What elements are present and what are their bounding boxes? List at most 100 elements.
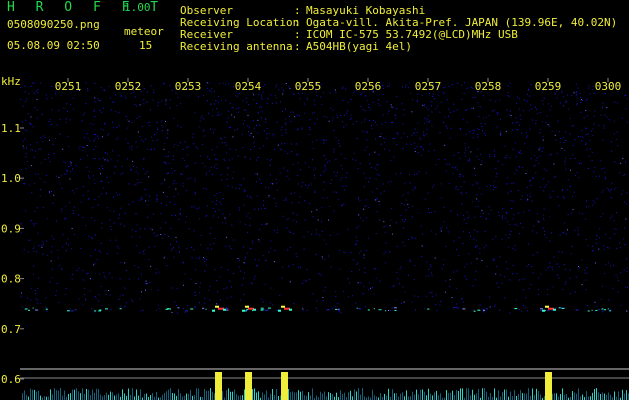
noise-dot xyxy=(496,266,498,268)
noise-dot xyxy=(329,92,331,94)
noise-dot xyxy=(316,95,318,97)
noise-dot xyxy=(100,128,102,130)
level-bar xyxy=(308,392,309,400)
noise-dot xyxy=(498,286,500,288)
echo-dot xyxy=(326,309,330,311)
noise-dot xyxy=(93,264,95,266)
noise-dot xyxy=(425,275,427,277)
noise-dot xyxy=(378,99,380,101)
noise-dot xyxy=(227,167,228,169)
noise-dot xyxy=(468,215,470,217)
noise-dot xyxy=(365,131,367,133)
noise-dot xyxy=(472,184,474,186)
noise-dot xyxy=(266,128,268,130)
noise-dot xyxy=(502,164,503,166)
noise-dot xyxy=(423,135,425,137)
level-bar xyxy=(196,388,197,400)
noise-dot xyxy=(78,148,80,150)
noise-dot xyxy=(542,121,544,123)
noise-dot xyxy=(180,103,181,104)
noise-dot xyxy=(277,229,279,231)
echo-dot xyxy=(105,308,108,310)
noise-dot xyxy=(50,251,52,253)
noise-dot xyxy=(31,149,33,151)
noise-dot xyxy=(311,183,313,185)
noise-dot xyxy=(199,155,201,157)
noise-dot xyxy=(563,197,565,199)
noise-dot xyxy=(412,189,414,191)
noise-dot xyxy=(267,196,269,198)
noise-dot xyxy=(536,232,538,234)
noise-dot xyxy=(331,307,333,309)
noise-dot xyxy=(94,82,96,84)
noise-dot xyxy=(124,95,126,97)
noise-dot xyxy=(148,246,150,248)
level-bar xyxy=(62,395,63,400)
noise-dot xyxy=(591,160,593,162)
noise-dot xyxy=(324,286,326,288)
noise-dot xyxy=(522,305,524,306)
level-bar xyxy=(174,393,175,400)
noise-dot xyxy=(165,99,167,101)
noise-dot xyxy=(480,216,482,218)
noise-dot xyxy=(87,88,89,90)
noise-dot xyxy=(432,93,434,95)
level-bar xyxy=(310,395,311,400)
noise-dot xyxy=(554,93,556,95)
noise-dot xyxy=(203,129,205,131)
noise-dot xyxy=(419,137,421,139)
noise-dot xyxy=(600,298,602,300)
noise-dot xyxy=(529,95,531,97)
noise-dot xyxy=(459,175,461,177)
noise-dot xyxy=(98,250,100,252)
noise-dot xyxy=(326,197,328,199)
noise-dot xyxy=(316,229,317,231)
noise-dot xyxy=(533,225,535,227)
noise-dot xyxy=(217,101,219,103)
noise-dot xyxy=(381,123,383,125)
noise-dot xyxy=(542,147,544,149)
noise-dot xyxy=(445,280,446,282)
noise-dot xyxy=(242,277,244,279)
noise-dot xyxy=(119,214,120,216)
noise-dot xyxy=(249,134,251,136)
noise-dot xyxy=(423,103,425,105)
noise-dot xyxy=(248,127,250,129)
noise-dot xyxy=(226,178,228,180)
noise-dot xyxy=(235,149,237,151)
echo-dot xyxy=(167,308,170,310)
noise-dot xyxy=(571,125,573,127)
noise-dot xyxy=(522,167,524,168)
noise-dot xyxy=(20,292,22,294)
noise-dot xyxy=(430,230,432,232)
level-bar xyxy=(606,394,607,400)
noise-dot xyxy=(34,224,36,226)
noise-dot xyxy=(443,206,445,208)
noise-dot xyxy=(141,198,143,200)
noise-dot xyxy=(463,215,464,217)
noise-dot xyxy=(390,160,392,162)
noise-dot xyxy=(479,248,481,250)
noise-dot xyxy=(446,227,448,229)
level-bar xyxy=(240,395,241,400)
noise-dot xyxy=(82,279,84,281)
noise-dot xyxy=(186,190,188,191)
noise-dot xyxy=(604,178,606,180)
noise-dot xyxy=(565,168,567,170)
noise-dot xyxy=(40,302,42,304)
noise-dot xyxy=(250,158,251,160)
noise-dot xyxy=(169,107,171,109)
noise-dot xyxy=(395,222,397,224)
noise-dot xyxy=(396,108,398,110)
echo-dot xyxy=(182,308,184,309)
noise-dot xyxy=(431,186,433,188)
noise-dot xyxy=(497,112,499,114)
noise-dot xyxy=(405,84,407,86)
noise-dot xyxy=(139,228,141,230)
noise-dot xyxy=(203,130,205,132)
noise-dot xyxy=(586,149,588,151)
noise-dot xyxy=(400,215,402,217)
noise-dot xyxy=(282,215,284,217)
noise-dot xyxy=(340,312,342,314)
noise-dot xyxy=(94,101,96,103)
